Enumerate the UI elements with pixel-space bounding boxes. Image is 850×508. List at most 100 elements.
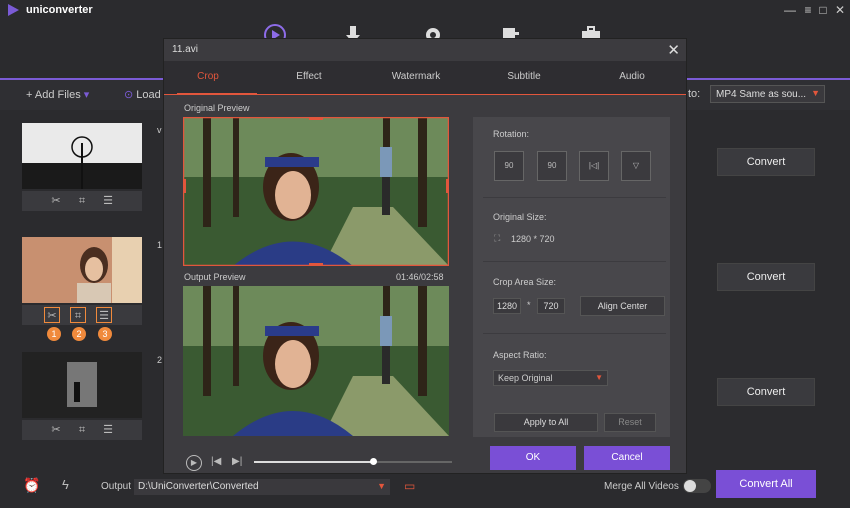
chevron-down-icon: ▼ <box>595 373 603 382</box>
video-thumbnail[interactable] <box>22 123 142 189</box>
output-path-value: D:\UniConverter\Converted <box>138 481 259 492</box>
app-logo-icon <box>8 4 19 16</box>
item-title: 2 <box>157 355 163 365</box>
rotate-right-icon: 90 <box>547 161 557 170</box>
trim-icon[interactable]: ✂ <box>48 193 64 209</box>
edit-dialog: 11.avi ✕ Crop Effect Watermark Subtitle … <box>163 38 687 474</box>
crop-times-label: * <box>527 300 531 310</box>
next-frame-icon[interactable]: ▶| <box>232 456 242 467</box>
trim-icon[interactable]: ✂ <box>44 307 60 323</box>
apply-to-all-button[interactable]: Apply to All <box>494 413 598 432</box>
effects-icon[interactable]: ☰ <box>100 193 116 209</box>
tab-subtitle[interactable]: Subtitle <box>494 71 554 82</box>
folder-icon[interactable]: ▭ <box>404 479 415 493</box>
output-preview <box>183 286 449 436</box>
dialog-tabs: Crop Effect Watermark Subtitle Audio <box>164 61 686 95</box>
resize-icon: ⛶ <box>494 233 501 243</box>
effects-icon[interactable]: ☰ <box>96 307 112 323</box>
item-title: 1 <box>157 240 163 250</box>
chevron-down-icon: ▼ <box>377 481 386 491</box>
crop-icon[interactable]: ⌗ <box>70 307 86 323</box>
chevron-down-icon: ▾ <box>80 89 90 101</box>
alarm-icon[interactable]: ⏰ <box>23 477 40 494</box>
original-preview-label: Original Preview <box>184 103 250 113</box>
merge-toggle[interactable] <box>683 479 711 493</box>
trim-icon[interactable]: ✂ <box>48 422 64 438</box>
step-badge: 2 <box>72 327 86 341</box>
progress-knob[interactable] <box>369 458 377 465</box>
rotate-right-button[interactable]: 90 <box>537 151 567 181</box>
tab-effect[interactable]: Effect <box>279 71 339 82</box>
close-button[interactable]: ✕ <box>832 2 848 18</box>
convert-button[interactable]: Convert <box>717 378 815 406</box>
ok-button[interactable]: OK <box>490 446 576 470</box>
original-size-label: Original Size: <box>493 212 547 222</box>
flip-vertical-button[interactable]: ▽ <box>621 151 651 181</box>
list-item: ✂ ⌗ ☰ 1 <box>0 230 163 338</box>
load-icon: ⊙ <box>124 89 137 101</box>
maximize-button[interactable]: □ <box>815 2 831 18</box>
original-size-value: 1280 * 720 <box>511 234 555 244</box>
divider <box>483 333 666 334</box>
active-tab-indicator <box>177 93 257 95</box>
prev-frame-icon[interactable]: |◀ <box>211 456 221 467</box>
load-button[interactable]: ⊙ Load <box>124 88 161 101</box>
progress-fill <box>254 461 373 463</box>
rotate-left-button[interactable]: 90 <box>494 151 524 181</box>
tab-audio[interactable]: Audio <box>602 71 662 82</box>
app-name: uniconverter <box>26 4 93 16</box>
crop-width-input[interactable]: 1280 <box>493 298 521 314</box>
video-thumbnail[interactable] <box>22 352 142 418</box>
output-to-label: to: <box>688 88 701 100</box>
crop-icon[interactable]: ⌗ <box>74 193 90 209</box>
close-icon[interactable]: ✕ <box>667 41 680 59</box>
load-label: Load <box>136 89 161 101</box>
convert-all-button[interactable]: Convert All <box>716 470 816 498</box>
add-files-button[interactable]: + Add Files ▾ <box>26 88 89 101</box>
reset-button[interactable]: Reset <box>604 413 656 432</box>
plus-icon: + <box>26 89 35 101</box>
minimize-button[interactable]: — <box>782 2 798 18</box>
item-title: v <box>157 125 162 135</box>
align-center-button[interactable]: Align Center <box>580 296 665 316</box>
add-files-label: Add Files <box>34 89 81 101</box>
divider <box>483 197 666 198</box>
cancel-button[interactable]: Cancel <box>584 446 670 470</box>
flip-vertical-icon: ▽ <box>632 161 640 170</box>
divider <box>483 261 666 262</box>
output-format-value: MP4 Same as sou... <box>716 89 807 100</box>
effects-icon[interactable]: ☰ <box>100 422 116 438</box>
convert-button[interactable]: Convert <box>717 263 815 291</box>
output-path-select[interactable]: D:\UniConverter\Converted ▼ <box>134 479 390 495</box>
play-icon[interactable]: ▶ <box>186 455 202 471</box>
dialog-title: 11.avi <box>172 44 198 55</box>
aspect-ratio-select[interactable]: Keep Original ▼ <box>493 370 608 386</box>
video-thumbnail[interactable] <box>22 237 142 303</box>
crop-area-label: Crop Area Size: <box>493 277 557 287</box>
tab-watermark[interactable]: Watermark <box>386 71 446 82</box>
rotate-left-icon: 90 <box>504 161 514 170</box>
step-badge: 1 <box>47 327 61 341</box>
lightning-icon[interactable]: ϟ <box>62 477 69 492</box>
crop-height-input[interactable]: 720 <box>537 298 565 314</box>
output-format-select[interactable]: MP4 Same as sou... ▼ <box>710 85 825 103</box>
merge-label: Merge All Videos <box>604 481 679 492</box>
thumb-tools: ✂ ⌗ ☰ <box>22 420 142 440</box>
tab-crop[interactable]: Crop <box>178 71 238 82</box>
convert-button[interactable]: Convert <box>717 148 815 176</box>
aspect-ratio-label: Aspect Ratio: <box>493 350 547 360</box>
step-badge: 3 <box>98 327 112 341</box>
hamburger-icon[interactable]: ≡ <box>800 2 816 18</box>
thumb-tools: ✂ ⌗ ☰ <box>22 305 142 325</box>
flip-horizontal-icon: |◁| <box>588 161 600 170</box>
original-preview[interactable] <box>183 117 449 266</box>
crop-icon[interactable]: ⌗ <box>74 422 90 438</box>
rotation-label: Rotation: <box>493 129 530 139</box>
list-item: ✂ ⌗ ☰ 2 <box>0 345 163 453</box>
aspect-ratio-value: Keep Original <box>498 373 553 383</box>
output-preview-label: Output Preview <box>184 272 246 282</box>
progress-track[interactable] <box>254 458 452 465</box>
flip-horizontal-button[interactable]: |◁| <box>579 151 609 181</box>
toggle-knob <box>684 480 696 492</box>
chevron-down-icon: ▼ <box>811 88 820 98</box>
